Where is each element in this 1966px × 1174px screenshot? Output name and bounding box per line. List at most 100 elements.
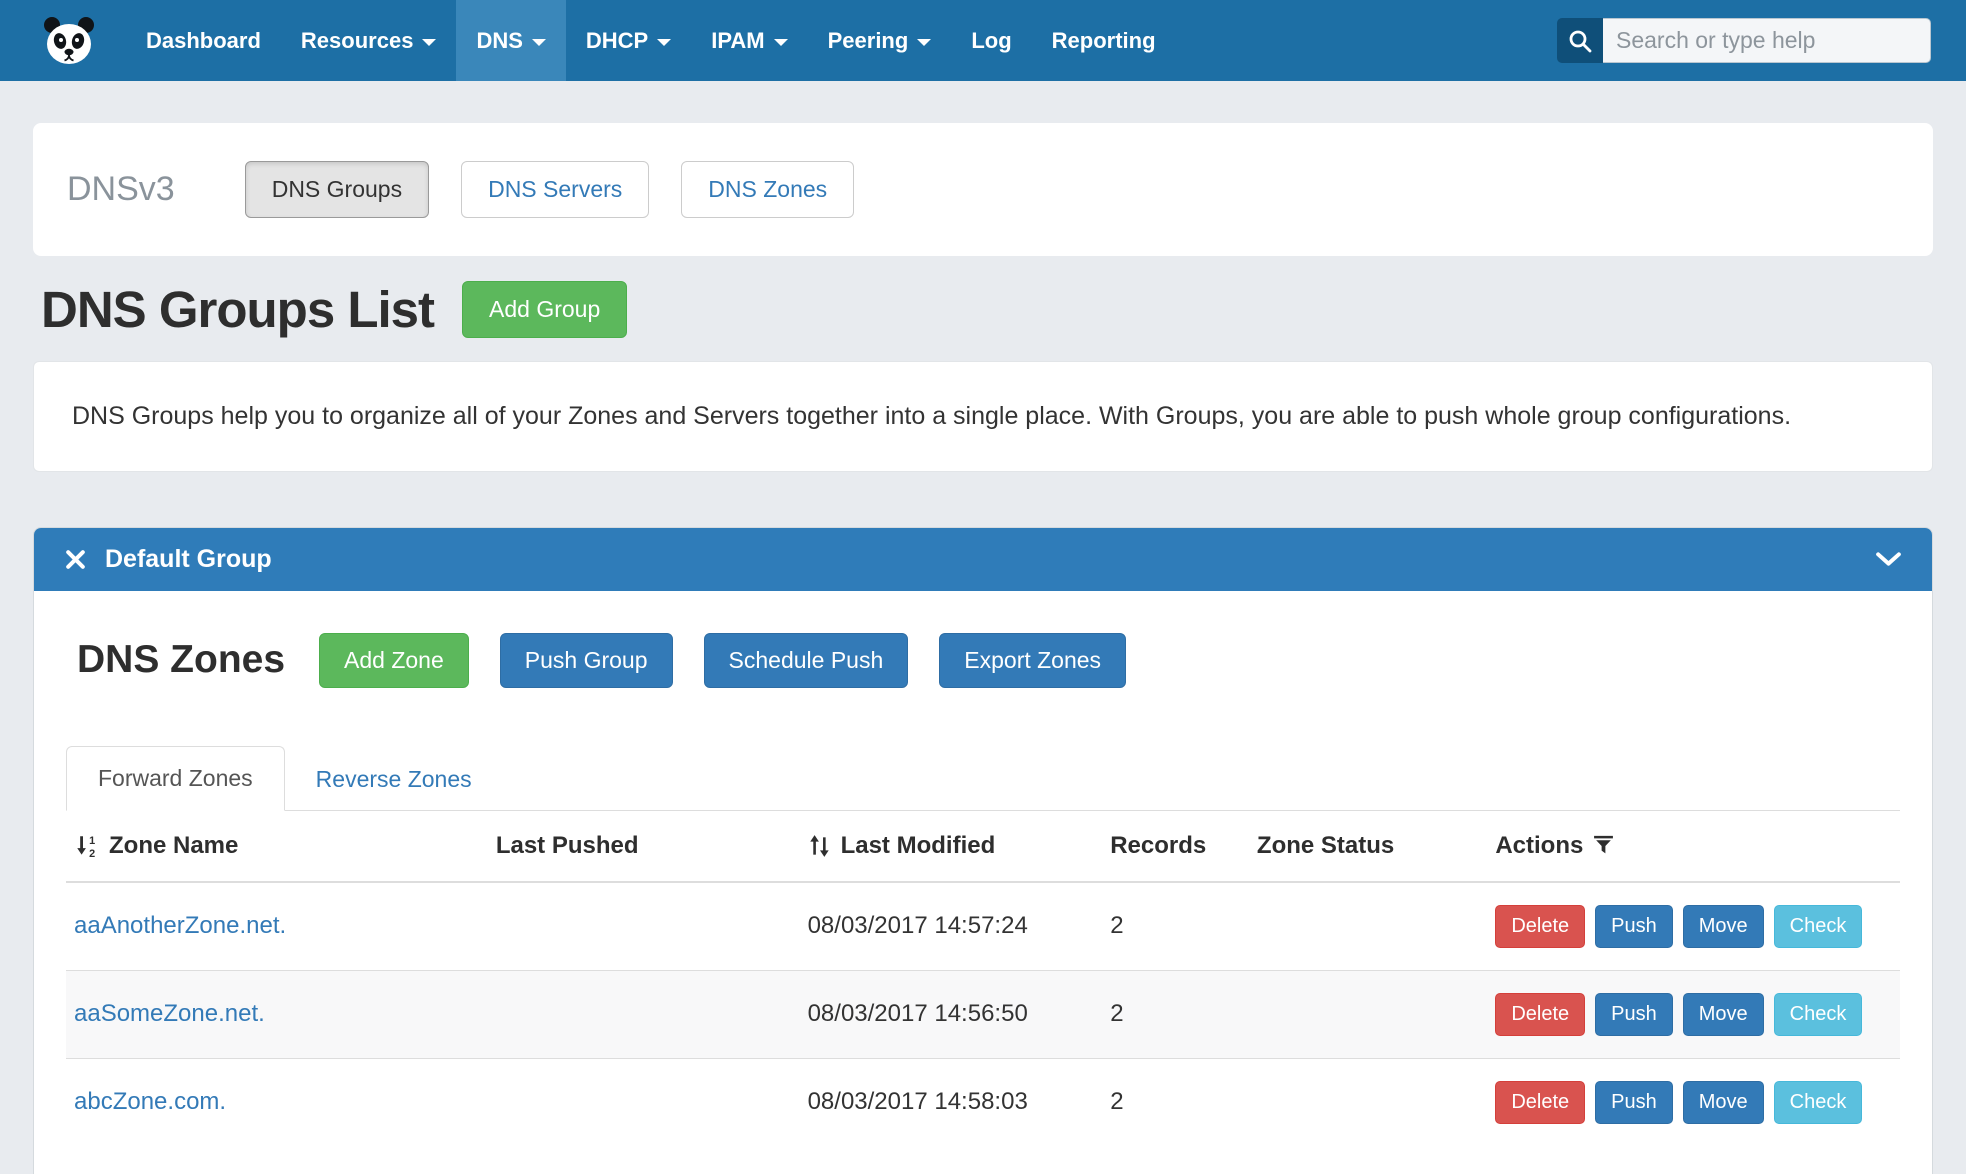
- nav-label: Peering: [828, 28, 909, 54]
- last-modified-cell: 08/03/2017 14:58:03: [800, 1058, 1103, 1146]
- row-actions: Delete Push Move Check: [1495, 1081, 1892, 1124]
- description-panel: DNS Groups help you to organize all of y…: [33, 361, 1933, 472]
- row-actions: Delete Push Move Check: [1495, 993, 1892, 1036]
- sort-icon[interactable]: [808, 833, 832, 859]
- close-icon[interactable]: [64, 548, 87, 571]
- last-pushed-cell: [488, 970, 800, 1058]
- nav-label: IPAM: [711, 28, 764, 54]
- zones-toolbar: DNS Zones Add Zone Push Group Schedule P…: [66, 633, 1900, 688]
- zones-table: 1 2 Zone Name Last Pushed: [66, 811, 1900, 1146]
- nav-item-dashboard[interactable]: Dashboard: [126, 0, 281, 81]
- nav-label: Dashboard: [146, 28, 261, 54]
- tab-forward-zones[interactable]: Forward Zones: [66, 746, 285, 811]
- nav-item-dns[interactable]: DNS: [456, 0, 565, 81]
- nav-label: Resources: [301, 28, 414, 54]
- subnav-dns-groups-button[interactable]: DNS Groups: [245, 161, 429, 218]
- nav-item-dhcp[interactable]: DHCP: [566, 0, 691, 81]
- header-zone-status: Zone Status: [1249, 811, 1487, 882]
- add-group-button[interactable]: Add Group: [462, 281, 627, 338]
- nav-item-resources[interactable]: Resources: [281, 0, 457, 81]
- chevron-down-icon: [422, 39, 436, 46]
- header-last-pushed: Last Pushed: [488, 811, 800, 882]
- table-row: abcZone.com. 08/03/2017 14:58:03 2 Delet…: [66, 1058, 1900, 1146]
- zone-name-link[interactable]: abcZone.com.: [74, 1088, 226, 1115]
- push-button[interactable]: Push: [1595, 905, 1673, 948]
- chevron-down-icon: [917, 39, 931, 46]
- chevron-down-icon: [774, 39, 788, 46]
- sort-numeric-icon[interactable]: 1 2: [74, 833, 100, 859]
- header-zone-name[interactable]: 1 2 Zone Name: [66, 811, 488, 882]
- records-cell: 2: [1102, 970, 1249, 1058]
- records-cell: 2: [1102, 1058, 1249, 1146]
- chevron-down-icon: [657, 39, 671, 46]
- nav-item-ipam[interactable]: IPAM: [691, 0, 807, 81]
- page-title: DNS Groups List: [41, 280, 434, 339]
- delete-button[interactable]: Delete: [1495, 1081, 1585, 1124]
- last-modified-cell: 08/03/2017 14:57:24: [800, 882, 1103, 971]
- zone-status-cell: [1249, 1058, 1487, 1146]
- nav-label: Reporting: [1052, 28, 1156, 54]
- export-zones-button[interactable]: Export Zones: [939, 633, 1126, 688]
- move-button[interactable]: Move: [1683, 905, 1764, 948]
- nav-item-reporting[interactable]: Reporting: [1032, 0, 1176, 81]
- navbar-search: [1557, 0, 1931, 81]
- default-group-panel: Default Group DNS Zones Add Zone Push Gr…: [33, 527, 1933, 1174]
- chevron-down-icon[interactable]: [1875, 551, 1902, 568]
- nav-label: Log: [971, 28, 1011, 54]
- tab-reverse-zones[interactable]: Reverse Zones: [285, 748, 503, 811]
- svg-text:2: 2: [89, 847, 95, 858]
- last-pushed-cell: [488, 1058, 800, 1146]
- group-title: Default Group: [105, 545, 272, 574]
- description-text: DNS Groups help you to organize all of y…: [72, 396, 1862, 437]
- zone-name-link[interactable]: aaAnotherZone.net.: [74, 912, 286, 939]
- records-cell: 2: [1102, 882, 1249, 971]
- nav-item-peering[interactable]: Peering: [808, 0, 952, 81]
- table-header-row: 1 2 Zone Name Last Pushed: [66, 811, 1900, 882]
- group-panel-header[interactable]: Default Group: [34, 528, 1932, 591]
- zone-status-cell: [1249, 882, 1487, 971]
- subnav-dns-zones-button[interactable]: DNS Zones: [681, 161, 854, 218]
- nav-label: DHCP: [586, 28, 648, 54]
- subnav-title: DNSv3: [67, 170, 175, 209]
- group-panel-body: DNS Zones Add Zone Push Group Schedule P…: [34, 591, 1932, 1174]
- zones-tabs: Forward Zones Reverse Zones: [66, 746, 1900, 811]
- header-actions: Actions: [1487, 811, 1900, 882]
- dns-zones-heading: DNS Zones: [77, 638, 285, 682]
- delete-button[interactable]: Delete: [1495, 905, 1585, 948]
- top-navbar: Dashboard Resources DNS DHCP IPAM Peerin…: [0, 0, 1966, 81]
- search-input[interactable]: [1603, 18, 1931, 63]
- move-button[interactable]: Move: [1683, 1081, 1764, 1124]
- push-button[interactable]: Push: [1595, 993, 1673, 1036]
- nav-menu: Dashboard Resources DNS DHCP IPAM Peerin…: [126, 0, 1176, 81]
- chevron-down-icon: [532, 39, 546, 46]
- check-button[interactable]: Check: [1774, 1081, 1863, 1124]
- table-row: aaAnotherZone.net. 08/03/2017 14:57:24 2…: [66, 882, 1900, 971]
- move-button[interactable]: Move: [1683, 993, 1764, 1036]
- check-button[interactable]: Check: [1774, 905, 1863, 948]
- push-group-button[interactable]: Push Group: [500, 633, 673, 688]
- header-last-modified[interactable]: Last Modified: [800, 811, 1103, 882]
- subnav-dns-servers-button[interactable]: DNS Servers: [461, 161, 649, 218]
- schedule-push-button[interactable]: Schedule Push: [704, 633, 909, 688]
- last-pushed-cell: [488, 882, 800, 971]
- header-records: Records: [1102, 811, 1249, 882]
- check-button[interactable]: Check: [1774, 993, 1863, 1036]
- last-modified-cell: 08/03/2017 14:56:50: [800, 970, 1103, 1058]
- zone-name-link[interactable]: aaSomeZone.net.: [74, 1000, 265, 1027]
- filter-icon[interactable]: [1592, 835, 1615, 856]
- search-icon: [1567, 28, 1593, 54]
- zone-status-cell: [1249, 970, 1487, 1058]
- push-button[interactable]: Push: [1595, 1081, 1673, 1124]
- search-button[interactable]: [1557, 18, 1603, 63]
- dns-subnav-panel: DNSv3 DNS Groups DNS Servers DNS Zones: [33, 123, 1933, 256]
- brand-logo[interactable]: [0, 0, 126, 81]
- table-row: aaSomeZone.net. 08/03/2017 14:56:50 2 De…: [66, 970, 1900, 1058]
- row-actions: Delete Push Move Check: [1495, 905, 1892, 948]
- nav-item-log[interactable]: Log: [951, 0, 1031, 81]
- nav-label: DNS: [476, 28, 522, 54]
- page-head: DNS Groups List Add Group: [41, 280, 1933, 339]
- svg-text:1: 1: [89, 834, 95, 846]
- panda-logo-icon: [38, 13, 100, 69]
- add-zone-button[interactable]: Add Zone: [319, 633, 469, 688]
- delete-button[interactable]: Delete: [1495, 993, 1585, 1036]
